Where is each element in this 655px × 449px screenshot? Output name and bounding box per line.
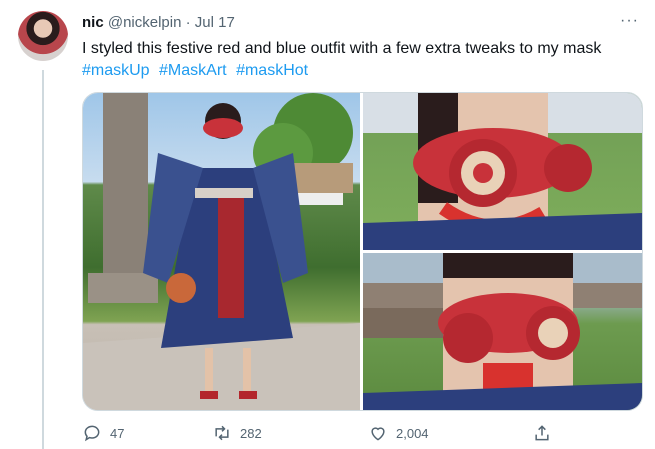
photo-full-outfit[interactable] [83,93,360,410]
heart-icon [371,427,385,441]
thread-line [42,70,44,449]
share-button[interactable] [532,423,552,443]
share-icon [535,425,549,441]
like-button[interactable]: 2,004 [368,423,429,443]
outfit-illustration [83,93,360,410]
tweet-date[interactable]: Jul 17 [195,14,235,31]
retweet-button[interactable]: 282 [212,423,262,443]
hashtag-maskhot[interactable]: #maskHot [236,62,308,79]
tweet-actions: 47 282 2,004 [82,423,562,443]
reply-button[interactable]: 47 [82,423,124,443]
hashtag-list: #maskUp #MaskArt #maskHot [82,60,642,82]
photo-mask-closeup-2[interactable] [363,253,642,410]
reply-count: 47 [110,425,125,441]
mask-closeup-illustration [363,93,642,250]
media-grid [82,92,643,411]
reply-icon [84,425,100,442]
mask-closeup-2-illustration [363,253,642,410]
display-name[interactable]: nic [82,14,104,31]
tweet-text: I styled this festive red and blue outfi… [82,38,642,82]
retweet-count: 282 [240,425,262,441]
avatar[interactable] [18,11,68,61]
user-handle[interactable]: @nickelpin [108,14,182,31]
hashtag-maskup[interactable]: #maskUp [82,62,150,79]
photo-mask-closeup[interactable] [363,93,642,250]
tweet-header: nic @nickelpin · Jul 17 [82,13,235,33]
hashtag-maskart[interactable]: #MaskArt [159,62,227,79]
like-count: 2,004 [396,425,429,441]
retweet-icon [215,425,229,441]
separator-dot: · [185,14,191,31]
more-icon[interactable]: ··· [620,12,639,30]
tweet-body: I styled this festive red and blue outfi… [82,40,602,57]
